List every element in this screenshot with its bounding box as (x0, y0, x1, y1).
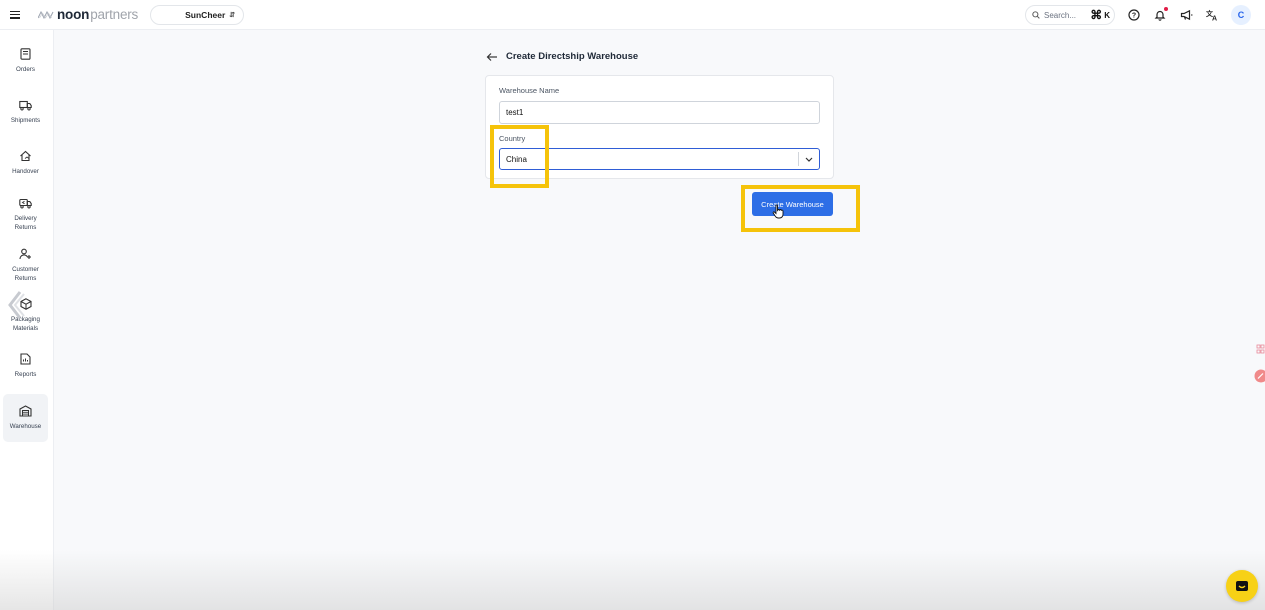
brand-suffix: partners (90, 7, 139, 22)
sidebar-item-orders[interactable]: Orders (3, 47, 48, 79)
notification-bell-icon[interactable] (1153, 7, 1168, 22)
handover-home-icon (19, 149, 33, 163)
widget-badge-icon[interactable] (1253, 369, 1265, 383)
main-content: Create Directship Warehouse Warehouse Na… (54, 30, 1265, 610)
megaphone-icon[interactable] (1179, 8, 1193, 22)
notification-dot (1164, 7, 1168, 11)
sidebar-item-label: Warehouse (9, 423, 42, 431)
logo-mark-icon (38, 10, 54, 19)
store-name: SunCheer (185, 9, 226, 20)
page-header: Create Directship Warehouse (486, 51, 638, 62)
truck-icon (19, 98, 33, 112)
sidebar-item-reports[interactable]: Reports (3, 352, 48, 384)
sidebar-item-shipments[interactable]: Shipments (3, 98, 48, 130)
create-warehouse-button[interactable]: Create Warehouse (752, 192, 833, 216)
chat-bot-icon (1236, 581, 1248, 591)
country-value: China (506, 154, 527, 164)
updown-chevron-icon: ⇵ (229, 11, 236, 19)
svg-text:?: ? (1132, 13, 1136, 20)
warehouse-name-input[interactable] (499, 101, 820, 124)
delivery-return-icon (19, 196, 33, 210)
sidebar: Orders Shipments Handover Delivery Return… (0, 30, 54, 610)
shortcut-hint: ⌘ K (1090, 8, 1110, 22)
search-icon (1032, 11, 1040, 19)
warehouse-name-label: Warehouse Name (499, 86, 560, 95)
store-selector[interactable]: SunCheer ⇵ (150, 4, 245, 25)
brand-name: noon (57, 7, 90, 22)
collapse-chevron-icon[interactable] (6, 290, 26, 320)
page-title: Create Directship Warehouse (506, 51, 639, 62)
chevron-down-icon[interactable] (799, 157, 819, 162)
help-icon[interactable]: ? (1127, 8, 1141, 22)
warehouse-icon (19, 404, 33, 418)
top-bar: noon partners SunCheer ⇵ Search... ⌘ K ? … (0, 0, 1265, 30)
menu-icon[interactable] (10, 10, 20, 19)
sidebar-item-label: Reports (14, 371, 37, 378)
back-arrow-icon[interactable] (486, 52, 498, 62)
command-key-icon: ⌘ (1090, 8, 1103, 22)
sidebar-item-warehouse[interactable]: Warehouse (3, 394, 48, 442)
orders-icon (19, 47, 33, 61)
search-box[interactable]: Search... ⌘ K (1025, 5, 1115, 25)
sidebar-item-handover[interactable]: Handover (3, 149, 48, 181)
sidebar-item-label: Handover (12, 168, 39, 175)
sidebar-item-label: Shipments (10, 117, 41, 124)
sidebar-item-customer-returns[interactable]: Customer Returns (3, 247, 48, 285)
sidebar-item-label: Delivery Returns (14, 215, 37, 231)
logo[interactable]: noon partners (38, 7, 138, 22)
avatar[interactable]: C (1231, 5, 1251, 25)
customer-return-icon (19, 247, 33, 261)
chat-support-button[interactable] (1226, 570, 1258, 602)
country-select[interactable]: China (499, 148, 820, 170)
warehouse-form-card: Warehouse Name Country China (485, 75, 834, 179)
country-label: Country (499, 134, 526, 143)
translate-icon[interactable]: 文A (1205, 8, 1219, 22)
apps-grid-icon[interactable] (1253, 343, 1265, 357)
sidebar-item-label: Customer Returns (12, 266, 39, 282)
sidebar-item-label: Orders (16, 66, 35, 73)
sidebar-item-delivery-returns[interactable]: Delivery Returns (3, 196, 48, 234)
search-placeholder: Search... (1044, 10, 1077, 20)
svg-text:A: A (1212, 16, 1217, 22)
report-icon (19, 352, 33, 366)
